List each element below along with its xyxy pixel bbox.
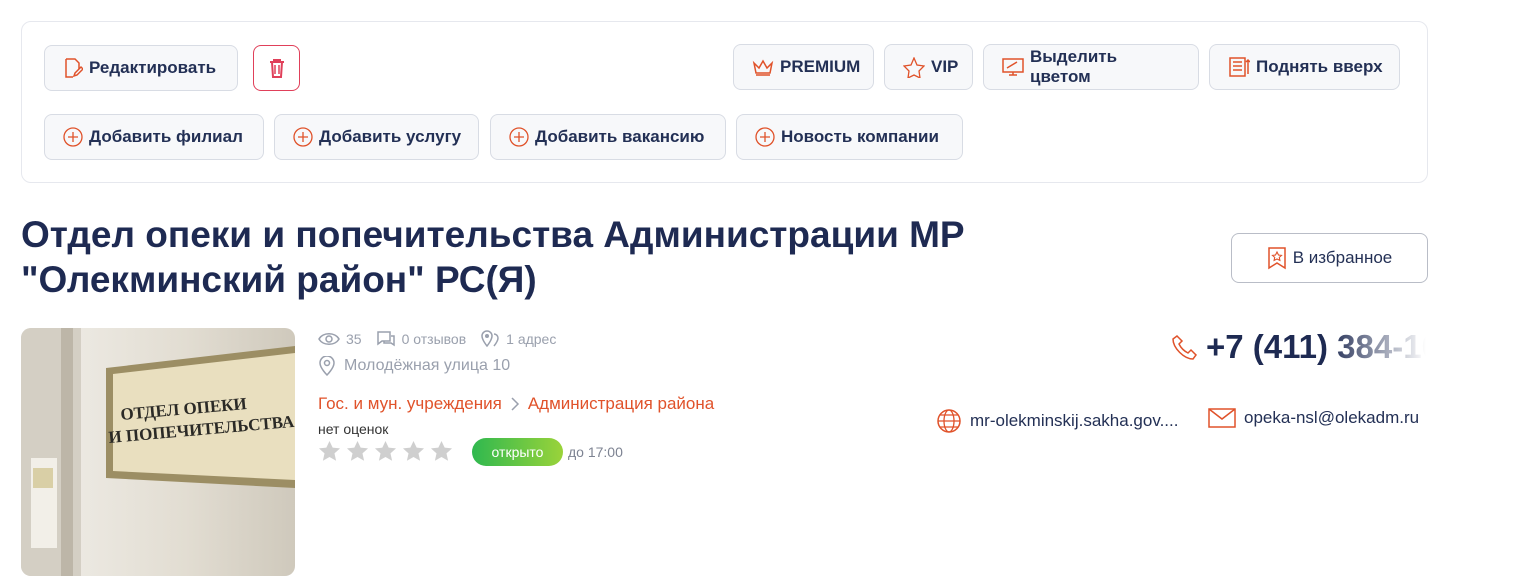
category-link-1[interactable]: Гос. и мун. учреждения: [318, 394, 502, 414]
raise-label: Поднять вверх: [1256, 57, 1383, 76]
premium-button[interactable]: PREMIUM: [733, 44, 874, 90]
rating-text: нет оценок: [318, 421, 389, 437]
globe-icon: [937, 409, 961, 433]
add-vacancy-label: Добавить вакансию: [535, 127, 705, 146]
edit-button[interactable]: Редактировать: [44, 45, 238, 91]
reviews-icon: [376, 331, 395, 347]
open-until: до 17:00: [568, 444, 623, 460]
edit-icon: [65, 58, 83, 78]
edit-label: Редактировать: [89, 58, 217, 77]
company-news-button[interactable]: Новость компании: [736, 114, 963, 160]
mail-icon: [1208, 408, 1236, 428]
chevron-right-icon: [511, 397, 519, 411]
raise-up-button[interactable]: Поднять вверх: [1209, 44, 1400, 90]
bookmark-star-icon: [1268, 247, 1286, 270]
website-link[interactable]: mr-olekminskij.sakha.gov....: [936, 408, 1178, 434]
company-photo: ОТДЕЛ ОПЕКИ И ПОПЕЧИТЕЛЬСТВА: [21, 328, 295, 576]
star-rating-icon[interactable]: [402, 440, 425, 463]
reviews-count[interactable]: 0 отзывов: [402, 331, 467, 347]
views-count: 35: [346, 331, 362, 347]
title-line-1: Отдел опеки и попечительства Администрац…: [21, 214, 965, 255]
highlight-color-button[interactable]: Выделить цветом: [983, 44, 1199, 90]
location-pin-icon: [319, 356, 335, 376]
eye-icon: [318, 333, 340, 345]
website-text[interactable]: mr-olekminskij.sakha.gov....: [970, 411, 1178, 431]
phone-contact[interactable]: +7 (411) 384-10: [1172, 328, 1426, 366]
highlight-label: Выделить цветом: [1030, 47, 1118, 86]
email-text[interactable]: opeka-nsl@olekadm.ru: [1244, 408, 1419, 428]
rating-stars[interactable]: [318, 440, 453, 463]
favorite-label: В избранное: [1292, 248, 1393, 267]
phone-number[interactable]: +7 (411) 384-10: [1206, 328, 1426, 366]
title-line-2: "Олекминский район" РС(Я): [21, 259, 537, 300]
email-link[interactable]: opeka-nsl@olekadm.ru: [1208, 408, 1419, 428]
vip-label: VIP: [931, 57, 959, 76]
category-link-2[interactable]: Администрация района: [528, 394, 714, 414]
raise-icon: [1229, 57, 1250, 77]
open-status-badge: открыто: [472, 438, 563, 466]
plus-circle-icon: [755, 127, 775, 147]
add-vacancy-button[interactable]: Добавить вакансию: [490, 114, 726, 160]
address-text: Молодёжная улица 10: [344, 357, 511, 374]
plus-circle-icon: [509, 127, 529, 147]
company-news-label: Новость компании: [781, 127, 939, 146]
star-icon: [903, 56, 925, 78]
star-rating-icon[interactable]: [430, 440, 453, 463]
add-branch-label: Добавить филиал: [89, 127, 243, 146]
plus-circle-icon: [63, 127, 83, 147]
category-breadcrumb: Гос. и мун. учреждения Администрация рай…: [318, 394, 714, 414]
add-to-favorites-button[interactable]: В избранное: [1231, 233, 1428, 283]
add-branch-button[interactable]: Добавить филиал: [44, 114, 264, 160]
add-service-button[interactable]: Добавить услугу: [274, 114, 479, 160]
add-service-label: Добавить услугу: [319, 127, 462, 146]
sign-photo-illustration: ОТДЕЛ ОПЕКИ И ПОПЕЧИТЕЛЬСТВА: [21, 328, 295, 576]
vip-button[interactable]: VIP: [884, 44, 973, 90]
star-rating-icon[interactable]: [346, 440, 369, 463]
phone-icon: [1172, 335, 1197, 360]
company-stats: 35 0 отзывов 1 адрес: [318, 330, 564, 348]
page-title: Отдел опеки и попечительства Администрац…: [21, 212, 1021, 302]
plus-circle-icon: [293, 127, 313, 147]
crown-icon: [752, 59, 774, 76]
premium-label: PREMIUM: [780, 57, 861, 76]
location-pin-icon: [481, 330, 499, 348]
star-rating-icon[interactable]: [374, 440, 397, 463]
company-address: Молодёжная улица 10: [318, 356, 510, 376]
star-rating-icon[interactable]: [318, 440, 341, 463]
delete-button[interactable]: [253, 45, 300, 91]
monitor-icon: [1002, 58, 1024, 76]
trash-icon: [269, 59, 284, 78]
addresses-count[interactable]: 1 адрес: [506, 331, 556, 347]
